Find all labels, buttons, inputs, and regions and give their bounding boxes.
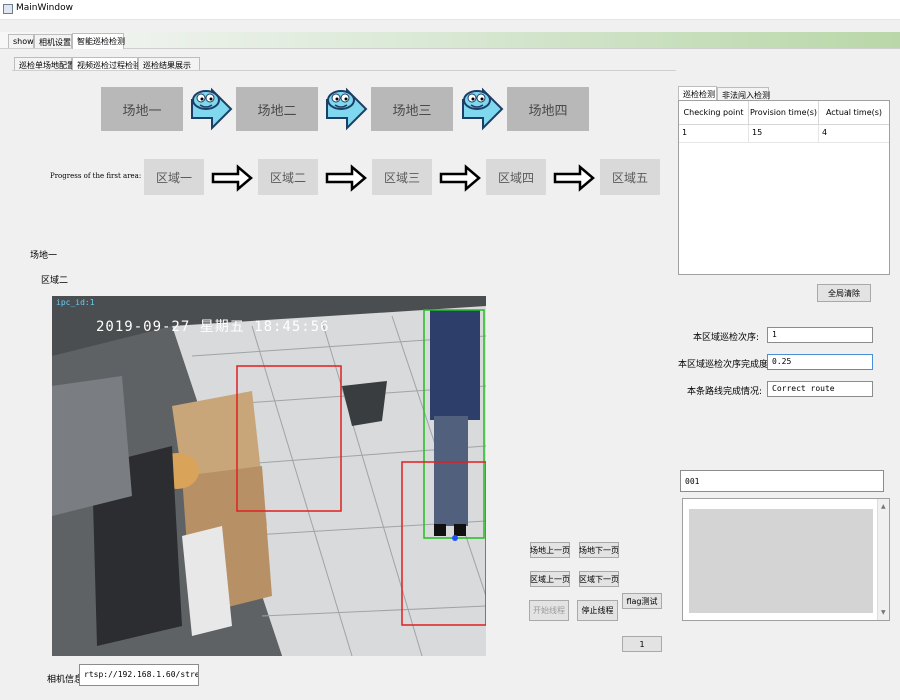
smiley-arrow-icon <box>462 87 504 131</box>
scroll-down-icon[interactable]: ▼ <box>881 609 886 616</box>
area-1-box: 区域一 <box>144 159 204 195</box>
area-order-field[interactable]: 1 <box>767 327 873 343</box>
subtab-site-config[interactable]: 巡检单场地配置 <box>14 57 75 71</box>
app-icon <box>3 4 13 14</box>
smiley-arrow-icon <box>326 87 368 131</box>
output-panel[interactable]: ▲ ▼ <box>682 498 890 621</box>
video-feed: ipc_id:1 2019-09-27 星期五 18:45:56 <box>52 296 486 656</box>
scroll-up-icon[interactable]: ▲ <box>881 503 886 510</box>
tab-camera-settings[interactable]: 相机设置 <box>34 34 72 48</box>
area-4-box: 区域四 <box>486 159 546 195</box>
area-2-box: 区域二 <box>258 159 318 195</box>
right-arrow-icon <box>325 164 367 192</box>
start-thread-button[interactable]: 开始线程 <box>529 600 569 621</box>
id-field[interactable]: 001 <box>680 470 884 492</box>
route-status-label: 本条路线完成情况: <box>687 387 763 397</box>
video-channel-overlay: ipc_id:1 <box>56 298 95 307</box>
inspection-table: Checking point Provision time(s) Actual … <box>678 100 890 275</box>
video-timestamp: 2019-09-27 星期五 18:45:56 <box>96 319 330 335</box>
clear-all-button[interactable]: 全局清除 <box>817 284 871 302</box>
camera-scene <box>52 306 486 656</box>
right-arrow-icon <box>553 164 595 192</box>
area-order-label: 本区域巡检次序: <box>693 333 760 343</box>
current-area-label: 区域二 <box>41 276 69 286</box>
title-bar: MainWindow <box>0 0 900 20</box>
area-prev-button[interactable]: 区域上一页 <box>530 571 570 587</box>
subtab-result-display[interactable]: 巡检结果展示 <box>138 57 200 71</box>
top-tab-bar: show 相机设置 智能巡检检测 <box>0 32 900 49</box>
site-4-box: 场地四 <box>507 87 589 131</box>
table-header: Checking point <box>679 101 749 125</box>
progress-label: Progress of the first area: <box>50 172 142 180</box>
counter-field[interactable]: 1 <box>622 636 662 652</box>
area-3-box: 区域三 <box>372 159 432 195</box>
site-1-box: 场地一 <box>101 87 183 131</box>
camera-url-field[interactable]: rtsp://192.168.1.60/stream1 <box>79 664 199 686</box>
sub-tab-bar: 巡检单场地配置 视频巡检过程检验 巡检结果展示 <box>12 57 672 73</box>
table-cell: 15 <box>749 125 819 143</box>
right-arrow-icon <box>439 164 481 192</box>
table-cell: 4 <box>822 128 828 137</box>
window-title: MainWindow <box>16 3 73 13</box>
site-3-box: 场地三 <box>371 87 453 131</box>
tab-smart-inspection[interactable]: 智能巡检检测 <box>72 33 125 49</box>
site-2-box: 场地二 <box>236 87 318 131</box>
site-prev-button[interactable]: 场地上一页 <box>530 542 570 558</box>
table-cell: 1 <box>679 125 749 143</box>
area-next-button[interactable]: 区域下一页 <box>579 571 619 587</box>
site-next-button[interactable]: 场地下一页 <box>579 542 619 558</box>
table-header: Actual time(s) <box>819 101 889 125</box>
area-completion-label: 本区域巡检次序完成度: <box>678 360 772 370</box>
tab-intrusion-detect[interactable]: 非法闯入检测 <box>717 87 770 101</box>
tab-show[interactable]: show <box>8 34 34 48</box>
area-completion-field[interactable]: 0.25 <box>767 354 873 370</box>
smiley-arrow-icon <box>191 87 233 131</box>
area-5-box: 区域五 <box>600 159 660 195</box>
right-arrow-icon <box>211 164 253 192</box>
current-site-label: 场地一 <box>30 251 58 261</box>
stop-thread-button[interactable]: 停止线程 <box>577 600 618 621</box>
vertical-scrollbar[interactable]: ▲ ▼ <box>877 499 889 620</box>
route-status-field[interactable]: Correct route <box>767 381 873 397</box>
table-row[interactable]: 1 15 4 <box>679 125 889 143</box>
flag-test-button[interactable]: flag测试 <box>622 593 662 609</box>
output-content <box>689 509 873 613</box>
table-header: Provision time(s) <box>749 101 819 125</box>
